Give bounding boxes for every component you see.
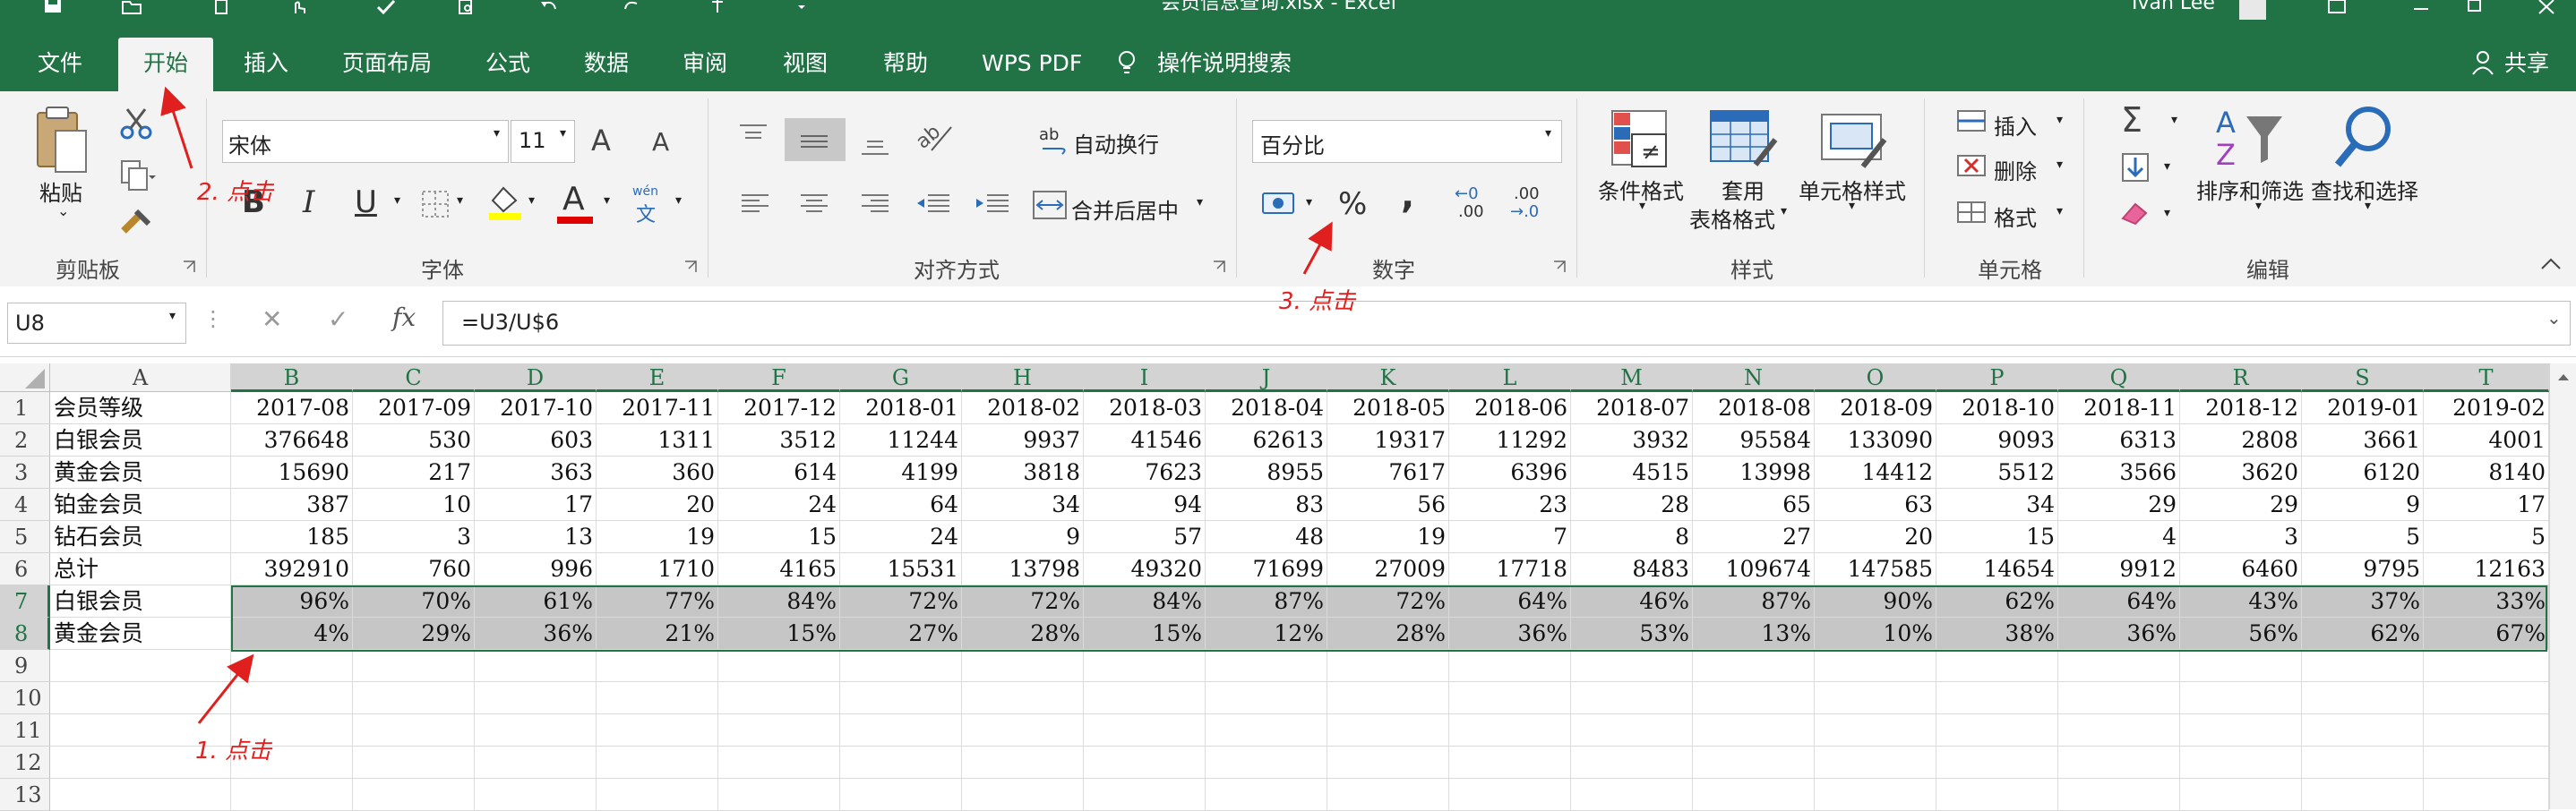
annotation-step-2: 2. 点击 — [197, 179, 274, 206]
annotation-arrows — [160, 86, 1333, 724]
annotation-step-3: 3. 点击 — [1279, 288, 1356, 315]
annotation-arrow-3 — [1302, 221, 1333, 275]
annotation-arrow-2 — [160, 86, 193, 169]
annotation-step-1: 1. 点击 — [195, 738, 272, 764]
annotation-arrow-1 — [197, 653, 254, 724]
